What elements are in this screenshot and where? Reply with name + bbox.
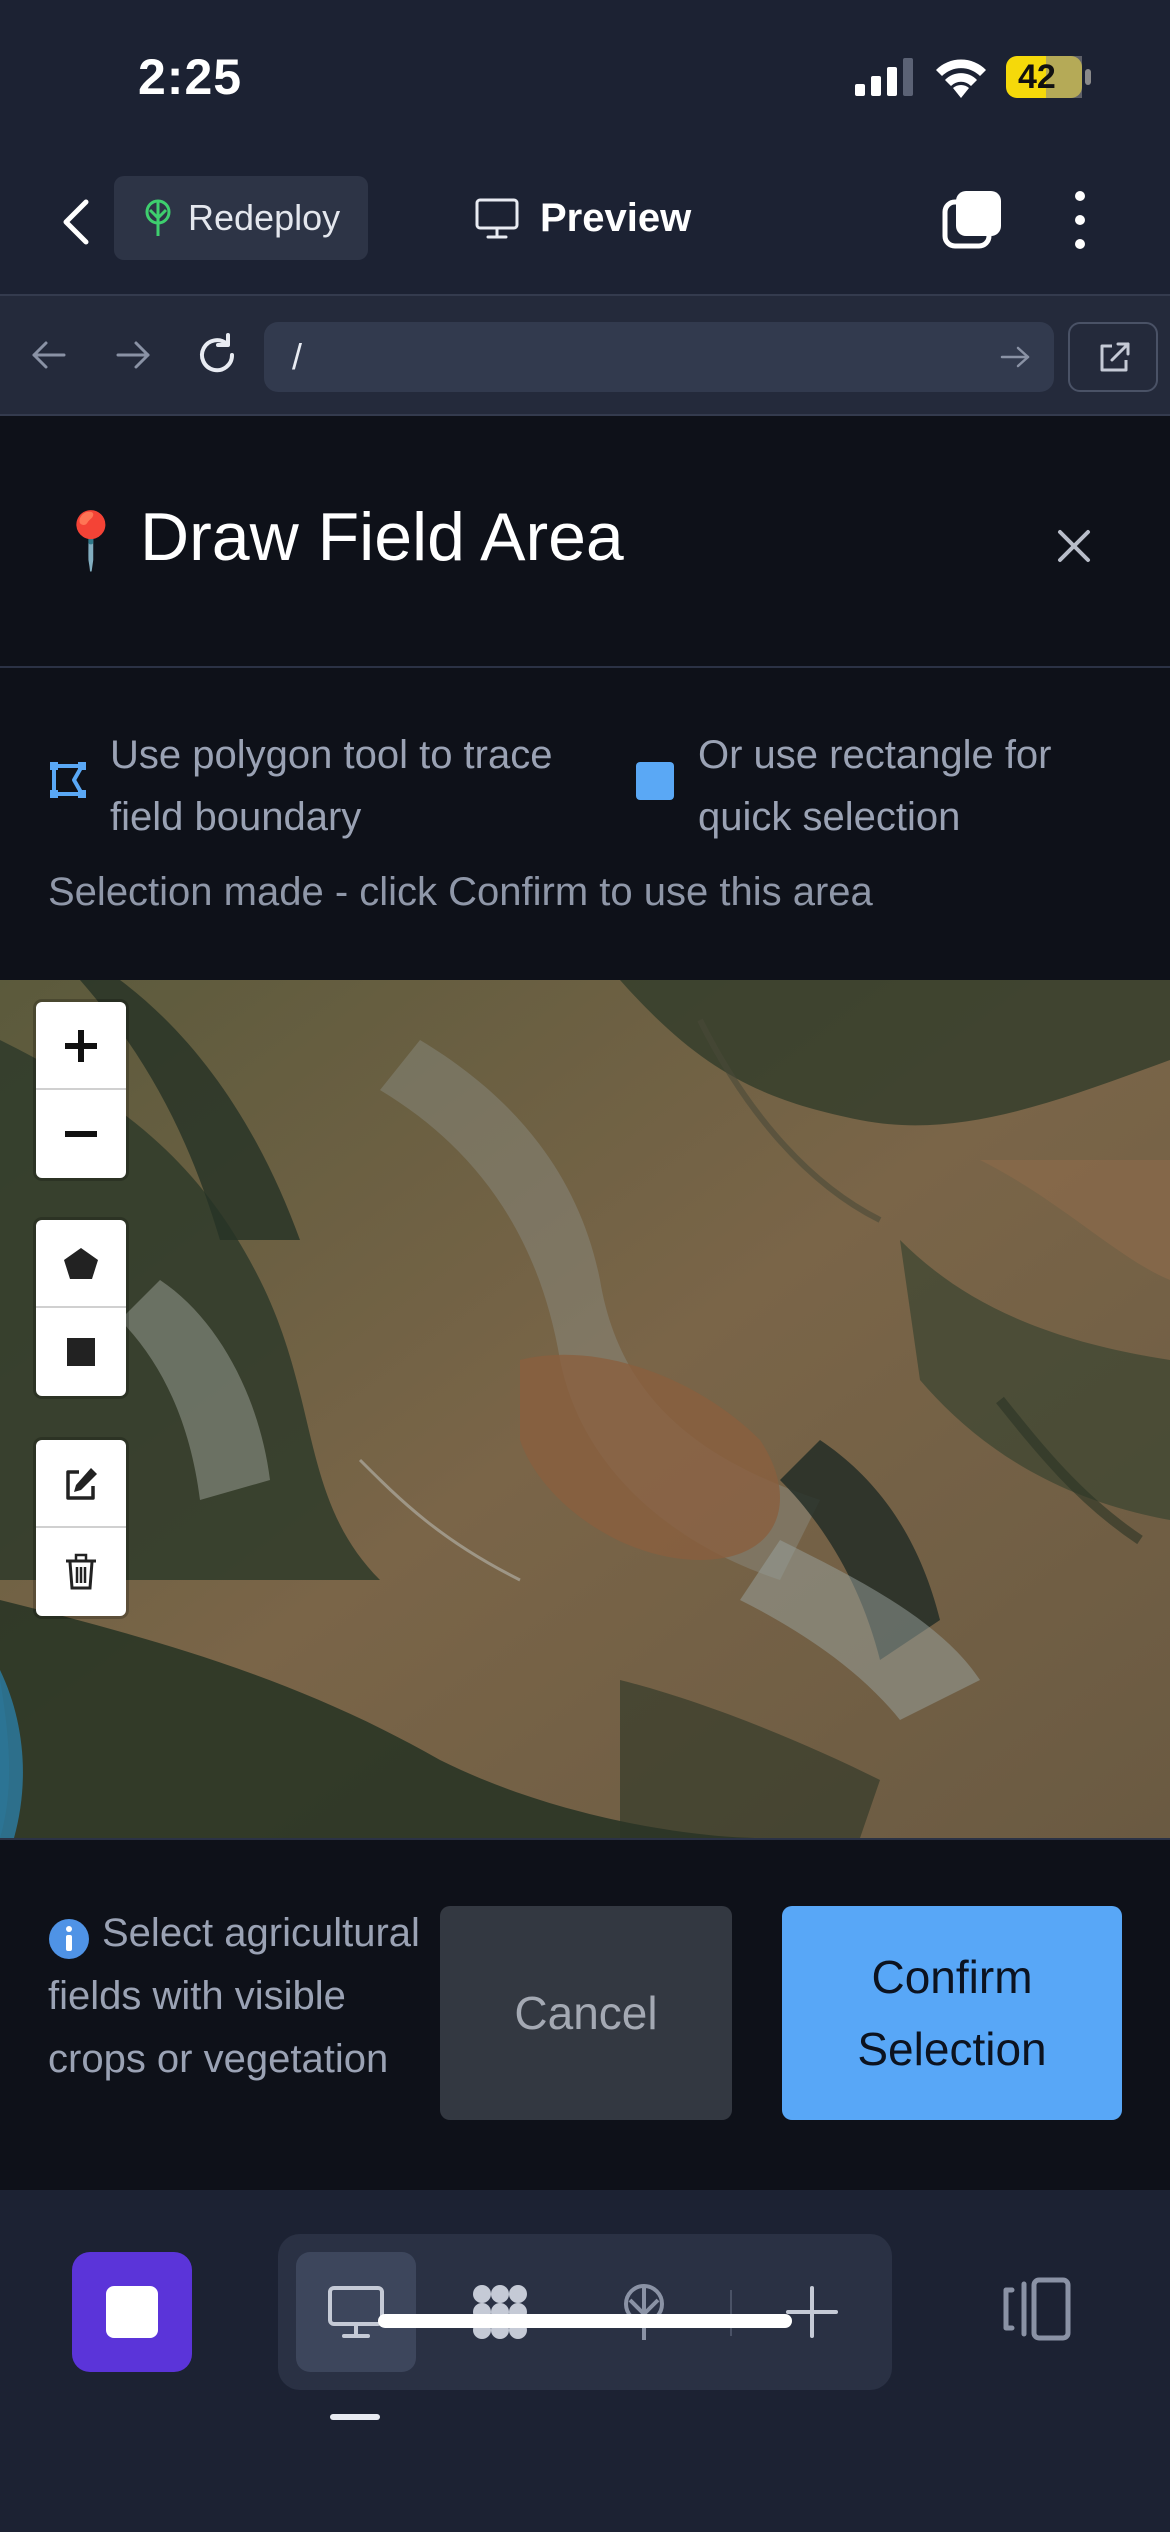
monitor-icon [475,198,519,239]
close-icon[interactable] [1054,526,1094,566]
satellite-map[interactable] [0,980,1170,1838]
preview-label: Preview [540,195,692,240]
layout-panels-icon[interactable] [1000,2272,1074,2346]
square-icon [67,1338,95,1366]
pin-icon: 📍 [56,509,126,572]
confirm-selection-button[interactable]: Confirm Selection [782,1906,1122,2120]
preview-title[interactable]: Preview [474,186,691,250]
open-external-button[interactable] [1068,322,1158,392]
app-home-button[interactable] [72,2252,192,2372]
draw-field-modal: 📍 Draw Field Area Use polygon tool to tr… [0,416,1170,2190]
reload-icon[interactable] [194,332,240,378]
cancel-button[interactable]: Cancel [440,1906,732,2120]
tabs-icon[interactable] [942,188,1004,250]
redeploy-label: Redeploy [188,197,341,238]
hint-text: Select agricultural fields with visible … [48,1911,420,2081]
more-vertical-icon[interactable] [1064,188,1096,252]
instruction-rectangle: Or use rectangle for quick selection [698,733,1052,839]
modal-header: 📍 Draw Field Area [0,416,1170,668]
minus-icon [65,1131,97,1137]
app-square-icon [106,2286,158,2338]
battery-icon: 42 [1006,56,1092,98]
trash-icon [66,1553,96,1590]
desktop-preview-tab[interactable] [296,2252,416,2372]
monitor-icon [328,2286,384,2338]
modal-title: Draw Field Area [140,499,624,575]
draw-rectangle-button[interactable] [36,1308,126,1396]
zoom-control [36,1002,126,1178]
apps-grid-icon [473,2285,527,2339]
back-chevron-icon[interactable] [54,192,98,252]
deploy-tree-icon [624,2284,664,2340]
view-switcher [278,2234,892,2390]
status-bar: 2:25 42 [0,0,1170,150]
zoom-out-button[interactable] [36,1090,126,1178]
rectangle-tool-icon [636,762,674,800]
plus-icon [65,1030,97,1062]
clock: 2:25 [138,49,243,105]
active-tab-indicator [330,2414,380,2420]
cellular-signal-icon [855,58,913,96]
edit-layers-button[interactable] [36,1440,126,1528]
url-field[interactable]: / [264,322,1054,392]
url-text: / [292,336,303,377]
app-bar: Redeploy Preview [0,150,1170,294]
external-link-icon [1100,342,1130,372]
edit-toolbar [36,1440,126,1616]
deploy-tree-icon [145,199,171,236]
satellite-imagery [0,980,1170,1838]
battery-level: 42 [1018,58,1056,96]
instruction-polygon: Use polygon tool to trace field boundary [110,733,553,839]
browser-back-icon[interactable] [26,332,72,378]
wifi-icon [936,59,986,98]
polygon-tool-icon [50,762,86,798]
draw-polygon-button[interactable] [36,1220,126,1308]
add-tab[interactable] [752,2252,872,2372]
apps-grid-tab[interactable] [440,2252,560,2372]
segment-divider [730,2290,732,2336]
home-indicator [378,2314,792,2328]
delete-layers-button[interactable] [36,1528,126,1616]
instructions: Use polygon tool to trace field boundary… [0,668,1170,980]
selection-status: Selection made - click Confirm to use th… [48,870,873,914]
browser-bar: / [0,294,1170,416]
bottom-dock [0,2190,1170,2532]
browser-forward-icon[interactable] [110,332,156,378]
screen: 2:25 42 Redeploy Preview / 📍 Draw Field … [0,0,1170,2532]
modal-footer: Select agricultural fields with visible … [0,1838,1170,2190]
redeploy-button[interactable]: Redeploy [114,176,368,260]
edit-icon [66,1468,97,1500]
plus-icon [786,2286,838,2338]
go-arrow-icon[interactable] [998,340,1032,374]
draw-toolbar [36,1220,126,1396]
pentagon-icon [64,1248,98,1279]
deploy-tab[interactable] [584,2252,704,2372]
zoom-in-button[interactable] [36,1002,126,1090]
